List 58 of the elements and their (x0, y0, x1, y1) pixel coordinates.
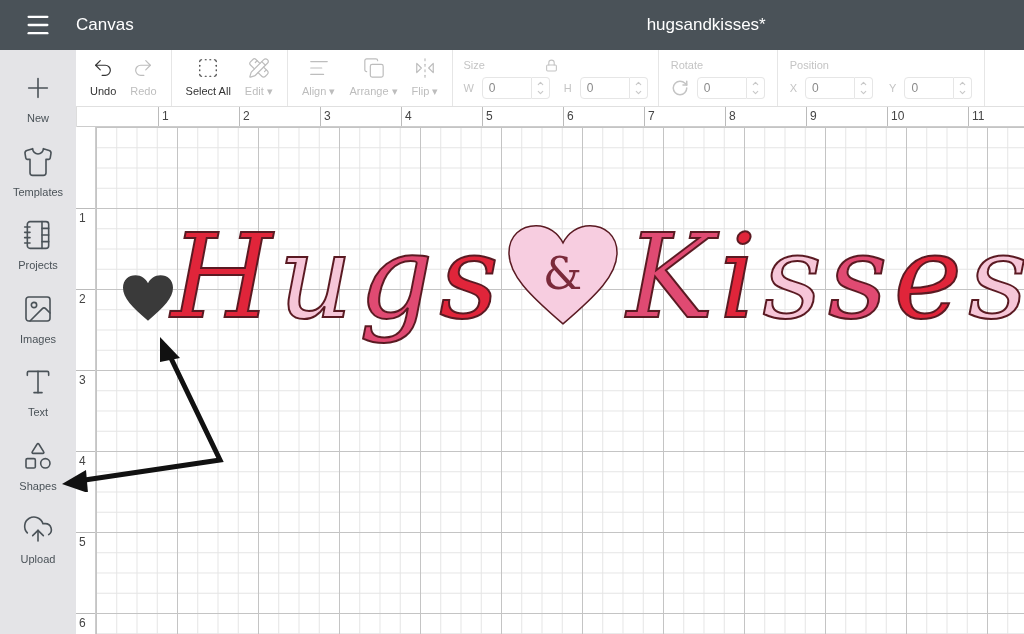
x-label: X (789, 81, 798, 96)
arrange-icon (362, 56, 385, 79)
size-label: Size (463, 57, 485, 73)
lettering-letter: e (892, 208, 964, 346)
spinner-button[interactable] (855, 77, 874, 100)
select-icon (197, 56, 220, 79)
ruler-number: 1 (79, 211, 86, 225)
spinner-button[interactable] (531, 77, 550, 100)
toolbar-button[interactable]: Select All (185, 56, 231, 100)
spinner-button[interactable] (746, 77, 765, 100)
width-label: W (463, 81, 474, 96)
lettering-letter: g (357, 208, 435, 346)
ruler-number: 4 (405, 109, 412, 123)
ruler-number: 4 (79, 454, 86, 468)
ruler-number: 2 (79, 292, 86, 306)
spinner-button[interactable] (954, 77, 973, 100)
position-label: Position (789, 57, 830, 73)
sidebar-item[interactable]: New (3, 72, 73, 127)
sidebar-item[interactable]: Upload (3, 513, 73, 568)
height-label: H (563, 81, 572, 96)
ampersand-letter: & (543, 248, 583, 302)
lock-icon (544, 58, 558, 72)
ruler-number: 5 (79, 535, 86, 549)
header-title: Canvas (76, 14, 134, 37)
ruler-number: 3 (79, 373, 86, 387)
lettering-letter: H (168, 208, 275, 346)
flip-icon (414, 56, 436, 79)
ruler-number: 2 (243, 109, 250, 123)
sidebar-item[interactable]: Projects (3, 219, 73, 274)
ruler-number: 6 (567, 109, 574, 123)
templates-icon (22, 145, 54, 178)
ruler-number: 10 (891, 109, 905, 123)
ruler-number: 11 (972, 109, 985, 123)
sidebar-item[interactable]: Text (3, 366, 73, 421)
rotate-label: Rotate (670, 57, 705, 73)
ruler-number: 5 (486, 109, 493, 123)
ruler-number: 8 (729, 109, 736, 123)
project-name: hugsandkisses* (646, 14, 766, 37)
toolbar-button[interactable]: Undo (90, 56, 117, 100)
lettering-letter: i (718, 208, 758, 346)
sidebar-item[interactable]: Templates (3, 145, 73, 200)
rotate-icon (670, 79, 689, 98)
lettering-letter: s (761, 208, 823, 346)
edit-icon (247, 56, 270, 79)
sidebar-item[interactable]: Images (3, 292, 73, 347)
sidebar-item[interactable]: Shapes (3, 439, 73, 494)
y-label: Y (889, 81, 897, 96)
lettering-letter: u (277, 208, 354, 346)
lettering-letter: s (827, 208, 889, 346)
ruler-number: 1 (162, 109, 169, 123)
lettering-letter: s (967, 208, 1024, 346)
ruler-number: 3 (324, 109, 331, 123)
ruler-number: 7 (648, 109, 655, 123)
lettering-letter: s (438, 208, 500, 346)
ruler-number: 9 (810, 109, 817, 123)
ruler-number: 6 (79, 616, 86, 630)
spinner-button[interactable] (629, 77, 648, 100)
upload-icon (22, 513, 54, 545)
